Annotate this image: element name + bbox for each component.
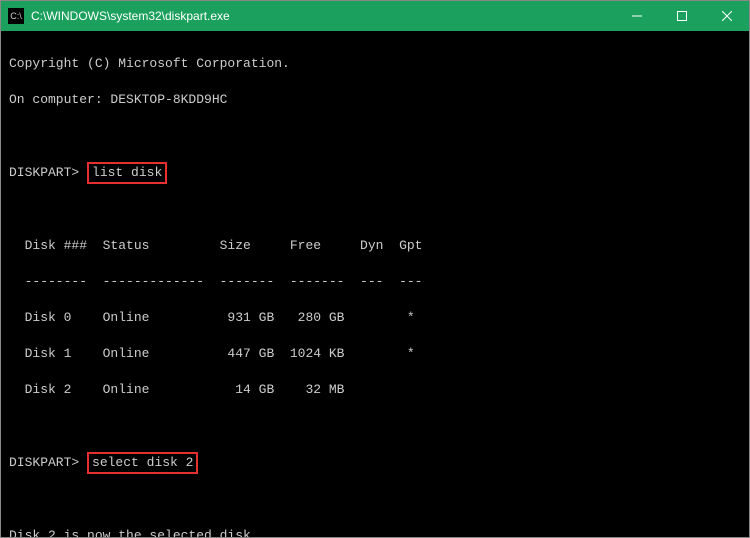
close-button[interactable] xyxy=(704,1,749,31)
disk-table-divider: -------- ------------- ------- ------- -… xyxy=(9,273,741,291)
command-list-disk: list disk xyxy=(87,162,167,184)
disk-table-header: Disk ### Status Size Free Dyn Gpt xyxy=(9,237,741,255)
terminal-output[interactable]: Copyright (C) Microsoft Corporation. On … xyxy=(1,31,749,537)
command-select-disk: select disk 2 xyxy=(87,452,198,474)
select-disk-message: Disk 2 is now the selected disk. xyxy=(9,527,741,537)
console-icon: C:\ xyxy=(8,8,24,24)
prompt: DISKPART> xyxy=(9,455,79,470)
minimize-button[interactable] xyxy=(614,1,659,31)
prompt-line-2: DISKPART> select disk 2 xyxy=(9,453,741,473)
prompt: DISKPART> xyxy=(9,165,79,180)
window-controls xyxy=(614,1,749,31)
prompt-line-1: DISKPART> list disk xyxy=(9,163,741,183)
disk-row-1: Disk 1 Online 447 GB 1024 KB * xyxy=(9,345,741,363)
computer-line: On computer: DESKTOP-8KDD9HC xyxy=(9,91,741,109)
copyright-line: Copyright (C) Microsoft Corporation. xyxy=(9,55,741,73)
window-titlebar[interactable]: C:\ C:\WINDOWS\system32\diskpart.exe xyxy=(1,1,749,31)
disk-row-0: Disk 0 Online 931 GB 280 GB * xyxy=(9,309,741,327)
maximize-button[interactable] xyxy=(659,1,704,31)
window-title: C:\WINDOWS\system32\diskpart.exe xyxy=(31,9,614,23)
disk-row-2: Disk 2 Online 14 GB 32 MB xyxy=(9,381,741,399)
